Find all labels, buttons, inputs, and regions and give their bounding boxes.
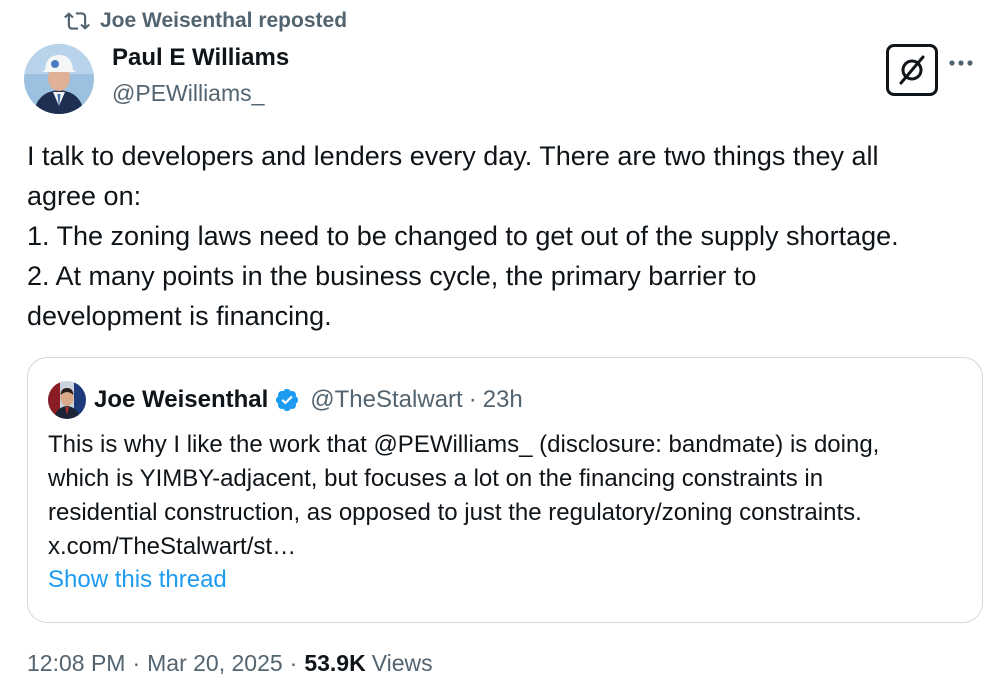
grok-button[interactable] <box>886 44 938 96</box>
quoted-tweet-card[interactable]: Joe Weisenthal @TheStalwart · 23h This i… <box>27 357 983 623</box>
quoted-author-name: Joe Weisenthal <box>94 386 269 413</box>
repost-indicator[interactable]: Joe Weisenthal reposted <box>64 8 347 34</box>
tweet-text: I talk to developers and lenders every d… <box>27 136 977 336</box>
tweet-date[interactable]: Mar 20, 2025 <box>147 650 283 677</box>
views-label: Views <box>371 650 433 676</box>
more-options-button[interactable] <box>944 46 978 80</box>
show-thread-link[interactable]: Show this thread <box>48 566 227 594</box>
more-icon <box>949 60 973 66</box>
quoted-timestamp[interactable]: 23h <box>483 386 523 414</box>
grok-icon <box>899 55 925 85</box>
tweet-text-line: development is financing. <box>27 301 332 331</box>
verified-badge-icon <box>276 388 299 412</box>
meta-separator: · <box>289 650 298 676</box>
views-count[interactable]: 53.9K <box>304 650 365 677</box>
quoted-tweet-header: Joe Weisenthal @TheStalwart · 23h <box>48 380 523 420</box>
quoted-tweet-text: This is why I like the work that @PEWill… <box>48 428 973 564</box>
tweet-text-line: I talk to developers and lenders every d… <box>27 141 879 171</box>
tweet-text-line: 1. The zoning laws need to be changed to… <box>27 221 899 251</box>
tweet-text-line: 2. At many points in the business cycle,… <box>27 261 757 291</box>
quoted-author-avatar <box>48 381 86 419</box>
quoted-author-handle: @TheStalwart <box>310 386 463 413</box>
author-handle[interactable]: @PEWilliams_ <box>112 80 264 107</box>
quoted-text-link[interactable]: x.com/TheStalwart/st… <box>48 530 973 564</box>
tweet-time[interactable]: 12:08 PM <box>27 650 125 677</box>
header-separator: · <box>468 386 477 413</box>
quoted-text-line: residential construction, as opposed to … <box>48 499 862 526</box>
author-avatar[interactable] <box>24 44 94 114</box>
meta-separator: · <box>132 650 141 676</box>
tweet-text-line: agree on: <box>27 181 142 211</box>
tweet-header: Paul E Williams @PEWilliams_ <box>24 42 984 118</box>
repost-icon <box>64 12 90 30</box>
repost-label: Joe Weisenthal reposted <box>100 9 348 32</box>
quoted-text-line: which is YIMBY-adjacent, but focuses a l… <box>48 465 824 492</box>
quoted-text-line: This is why I like the work that @PEWill… <box>48 431 880 458</box>
author-name[interactable]: Paul E Williams <box>112 44 289 72</box>
tweet-metadata: 12:08 PM · Mar 20, 2025 · 53.9K Views <box>27 650 433 677</box>
